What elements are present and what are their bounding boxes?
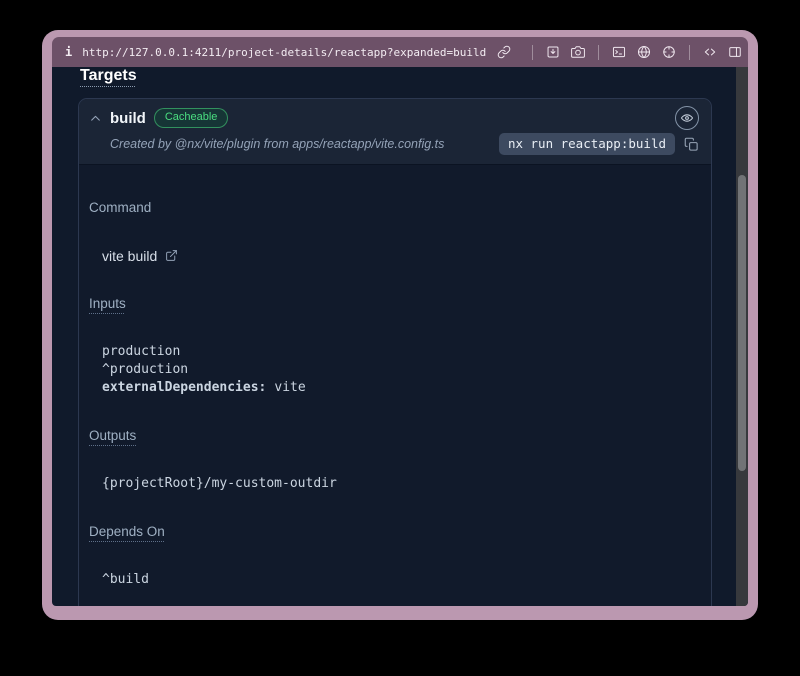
browser-titlebar: i http://127.0.0.1:4211/project-details/… bbox=[52, 37, 748, 67]
project-details-panel: Targets build Cacheable bbox=[52, 67, 736, 606]
browser-chrome: i http://127.0.0.1:4211/project-details/… bbox=[52, 37, 748, 606]
terminal-icon[interactable] bbox=[611, 44, 627, 60]
depends-on-section: Depends On ^build bbox=[89, 506, 697, 589]
inputs-section: Inputs production ^production externalDe… bbox=[89, 278, 697, 397]
created-by-text: Created by @nx/vite/plugin from apps/rea… bbox=[110, 137, 444, 151]
external-dependencies-value: vite bbox=[274, 380, 305, 395]
address-url[interactable]: http://127.0.0.1:4211/project-details/re… bbox=[82, 46, 486, 59]
page-title: Targets bbox=[80, 67, 137, 85]
external-link-icon[interactable] bbox=[165, 249, 178, 262]
external-dependencies-key: externalDependencies: bbox=[102, 380, 266, 395]
scrollbar-thumb[interactable] bbox=[738, 175, 746, 471]
browser-window: i http://127.0.0.1:4211/project-details/… bbox=[42, 30, 758, 620]
view-target-graph-button[interactable] bbox=[675, 106, 699, 130]
input-item: ^production bbox=[102, 361, 697, 379]
output-item: {projectRoot}/my-custom-outdir bbox=[102, 475, 697, 493]
titlebar-divider bbox=[598, 45, 599, 60]
titlebar-divider bbox=[532, 45, 533, 60]
input-item: externalDependencies: vite bbox=[102, 379, 697, 397]
page-content: Targets build Cacheable bbox=[52, 67, 748, 606]
run-command-chip[interactable]: nx run reactapp:build bbox=[499, 133, 675, 155]
depends-on-label: Depends On bbox=[89, 524, 165, 540]
input-item: production bbox=[102, 343, 697, 361]
titlebar-actions bbox=[496, 44, 743, 60]
link-icon[interactable] bbox=[496, 44, 512, 60]
chevron-up-icon[interactable] bbox=[89, 112, 102, 125]
options-section: Options { "cwd": "apps/reactapp" } bbox=[89, 602, 697, 606]
scrollbar-track[interactable] bbox=[736, 67, 748, 606]
outputs-section: Outputs {projectRoot}/my-custom-outdir bbox=[89, 410, 697, 493]
outputs-label: Outputs bbox=[89, 428, 136, 444]
titlebar-divider bbox=[689, 45, 690, 60]
camera-icon[interactable] bbox=[570, 44, 586, 60]
sidebar-toggle-icon[interactable] bbox=[727, 44, 743, 60]
depends-on-item: ^build bbox=[102, 571, 697, 589]
target-card-build: build Cacheable Created by @nx/vite/plug… bbox=[78, 98, 712, 606]
eye-icon bbox=[680, 111, 694, 125]
command-label: Command bbox=[89, 200, 151, 216]
info-glyph: i bbox=[65, 45, 72, 59]
target-name: build bbox=[110, 110, 146, 127]
cacheable-badge: Cacheable bbox=[154, 108, 229, 128]
globe-icon[interactable] bbox=[636, 44, 652, 60]
command-section: Command vite build bbox=[89, 182, 697, 265]
crosshair-icon[interactable] bbox=[661, 44, 677, 60]
build-target-header[interactable]: build Cacheable Created by @nx/vite/plug… bbox=[79, 99, 711, 165]
command-value: vite build bbox=[102, 248, 157, 264]
copy-icon bbox=[684, 137, 699, 152]
inputs-label: Inputs bbox=[89, 296, 126, 312]
build-target-details: Command vite build Inputs pro bbox=[79, 165, 711, 606]
save-screenshot-icon[interactable] bbox=[545, 44, 561, 60]
copy-command-button[interactable] bbox=[684, 137, 699, 152]
code-icon[interactable] bbox=[702, 44, 718, 60]
